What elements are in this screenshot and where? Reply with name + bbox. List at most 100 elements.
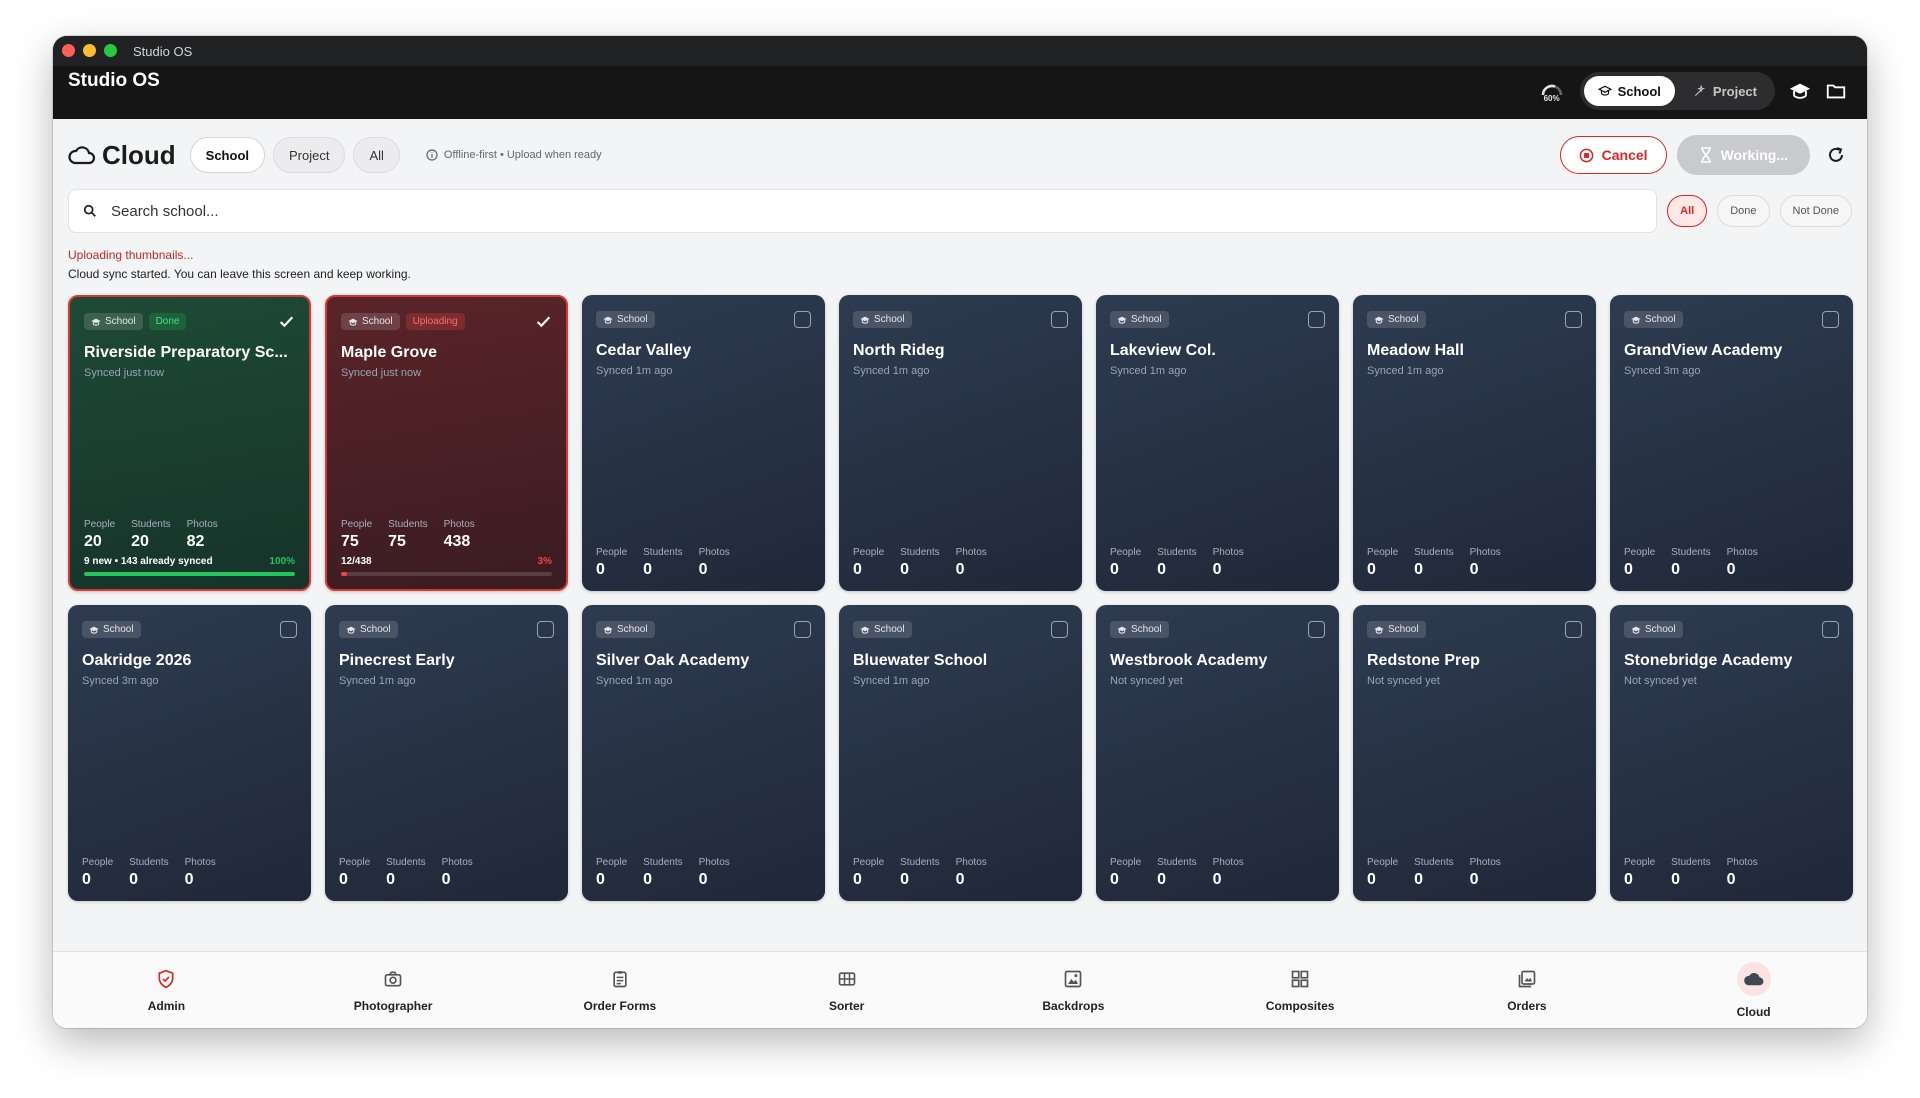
- select-checkbox[interactable]: [1565, 311, 1582, 328]
- select-checkbox[interactable]: [1822, 311, 1839, 328]
- refresh-button[interactable]: [1820, 139, 1852, 171]
- stat-students: Students 0: [1671, 857, 1710, 889]
- cancel-button[interactable]: Cancel: [1559, 136, 1667, 174]
- progress-info: 9 new • 143 already synced 100%: [84, 556, 295, 567]
- select-checkbox[interactable]: [1308, 311, 1325, 328]
- nav-sorter[interactable]: Sorter: [733, 952, 960, 1028]
- school-name: Lakeview Col.: [1110, 342, 1216, 359]
- select-checkbox[interactable]: [537, 621, 554, 638]
- mode-school-button[interactable]: School: [1583, 76, 1675, 106]
- stat-label: People: [82, 857, 114, 868]
- select-checkbox[interactable]: [1308, 621, 1325, 638]
- zoom-window-button[interactable]: [104, 44, 117, 57]
- school-card[interactable]: School Bluewater School Synced 1m ago Pe…: [839, 605, 1082, 901]
- stat-value: 20: [84, 533, 102, 550]
- school-card[interactable]: School Cedar Valley Synced 1m ago People…: [582, 295, 825, 591]
- nav-backdrops[interactable]: Backdrops: [960, 952, 1187, 1028]
- school-card[interactable]: School GrandView Academy Synced 3m ago P…: [1610, 295, 1853, 591]
- stat-label: Photos: [698, 547, 730, 558]
- school-card[interactable]: School North Rideg Synced 1m ago People 0…: [839, 295, 1082, 591]
- stat-label: Photos: [443, 519, 475, 530]
- select-checkbox[interactable]: [1822, 621, 1839, 638]
- filter-all[interactable]: All: [1667, 195, 1708, 227]
- stat-label: People: [1624, 857, 1656, 868]
- tab-school[interactable]: School: [189, 137, 265, 173]
- type-badge-label: School: [1131, 314, 1162, 325]
- school-card[interactable]: School Uploading Maple Grove Synced just…: [325, 295, 568, 591]
- layout-grid-icon: [1289, 968, 1311, 990]
- select-checkbox[interactable]: [278, 313, 295, 330]
- progress-fill: [341, 572, 348, 576]
- nav-admin[interactable]: Admin: [53, 952, 280, 1028]
- filter-done[interactable]: Done: [1717, 195, 1770, 227]
- select-checkbox[interactable]: [535, 313, 552, 330]
- mode-project-button[interactable]: Project: [1679, 76, 1771, 106]
- tab-project[interactable]: Project: [273, 137, 346, 173]
- stat-students: Students 0: [900, 857, 939, 889]
- stat-students: Students 0: [1157, 857, 1196, 889]
- select-checkbox[interactable]: [1565, 621, 1582, 638]
- nav-orders[interactable]: Orders: [1414, 952, 1641, 1028]
- select-checkbox[interactable]: [794, 621, 811, 638]
- school-card[interactable]: School Pinecrest Early Synced 1m ago Peo…: [325, 605, 568, 901]
- stat-value: 0: [1469, 871, 1479, 888]
- stat-value: 0: [1414, 561, 1424, 578]
- graduation-cap-icon: [860, 316, 870, 324]
- sync-time: Synced 1m ago: [596, 365, 673, 377]
- stat-label: Students: [643, 547, 683, 558]
- stat-students: Students 0: [643, 857, 682, 889]
- card-badges: School: [1110, 621, 1169, 638]
- stat-value: 0: [184, 871, 194, 888]
- school-card[interactable]: School Stonebridge Academy Not synced ye…: [1610, 605, 1853, 901]
- sync-time: Synced just now: [84, 367, 165, 379]
- school-card[interactable]: School Lakeview Col. Synced 1m ago Peopl…: [1096, 295, 1339, 591]
- progress-bar: [84, 572, 295, 576]
- type-badge: School: [596, 311, 655, 328]
- graduation-cap-icon: [1117, 626, 1127, 634]
- stat-value: 0: [1157, 561, 1167, 578]
- select-checkbox[interactable]: [1051, 621, 1068, 638]
- stat-people: People 0: [82, 857, 113, 889]
- offline-note-text: Offline-first • Upload when ready: [443, 149, 602, 161]
- nav-composites[interactable]: Composites: [1187, 952, 1414, 1028]
- folder-icon[interactable]: [1825, 80, 1847, 102]
- stat-label: Students: [1671, 857, 1711, 868]
- school-card[interactable]: School Meadow Hall Synced 1m ago People 0…: [1353, 295, 1596, 591]
- select-checkbox[interactable]: [280, 621, 297, 638]
- progress-text: 12/438: [341, 556, 372, 567]
- filter-not-done[interactable]: Not Done: [1779, 195, 1852, 227]
- school-grid: School Done Riverside Preparatory Sc... …: [68, 295, 1853, 901]
- school-card[interactable]: School Westbrook Academy Not synced yet …: [1096, 605, 1339, 901]
- sync-message: Cloud sync started. You can leave this s…: [68, 267, 411, 281]
- select-checkbox[interactable]: [1051, 311, 1068, 328]
- stat-label: People: [853, 857, 885, 868]
- stat-photos: Photos 438: [444, 519, 475, 551]
- nav-label: Composites: [1265, 998, 1335, 1013]
- graduation-cap-icon[interactable]: [1789, 80, 1811, 102]
- stat-label: People: [84, 519, 116, 530]
- close-window-button[interactable]: [62, 44, 75, 57]
- nav-order-forms[interactable]: Order Forms: [507, 952, 734, 1028]
- school-card[interactable]: School Done Riverside Preparatory Sc... …: [68, 295, 311, 591]
- tab-all[interactable]: All: [353, 137, 400, 173]
- stat-people: People 0: [596, 547, 627, 579]
- stat-label: People: [1367, 857, 1399, 868]
- school-card[interactable]: School Oakridge 2026 Synced 3m ago Peopl…: [68, 605, 311, 901]
- nav-label: Sorter: [828, 998, 865, 1013]
- type-badge-label: School: [617, 624, 648, 635]
- school-card[interactable]: School Silver Oak Academy Synced 1m ago …: [582, 605, 825, 901]
- type-badge-label: School: [360, 624, 391, 635]
- working-button[interactable]: Working...: [1676, 135, 1810, 175]
- stat-value: 75: [341, 533, 359, 550]
- sync-time: Not synced yet: [1624, 675, 1697, 687]
- type-badge-label: School: [874, 624, 905, 635]
- nav-cloud[interactable]: Cloud: [1640, 952, 1867, 1028]
- minimize-window-button[interactable]: [83, 44, 96, 57]
- nav-photographer[interactable]: Photographer: [280, 952, 507, 1028]
- mode-switch: School Project: [1579, 72, 1775, 110]
- stat-people: People 0: [1110, 547, 1141, 579]
- select-checkbox[interactable]: [794, 311, 811, 328]
- search-input[interactable]: [111, 202, 711, 220]
- school-card[interactable]: School Redstone Prep Not synced yet Peop…: [1353, 605, 1596, 901]
- stat-students: Students 0: [129, 857, 168, 889]
